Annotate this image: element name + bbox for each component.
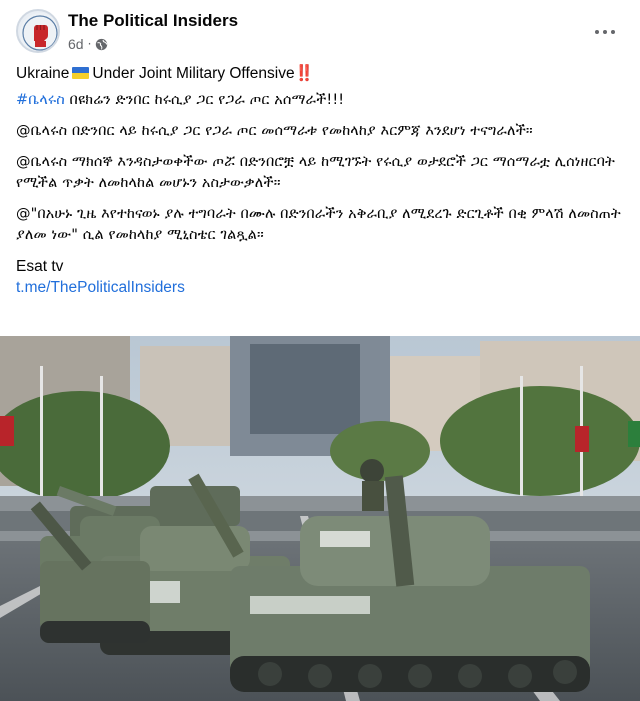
headline-amharic: #ቤላሩስ በዩክሬን ድንበር ከሩሲያ ጋር የጋራ ጦር አሰማራች!!! xyxy=(16,90,624,111)
post-header: The Political Insiders 6d · xyxy=(0,0,640,62)
telegram-link[interactable]: t.me/ThePoliticalInsiders xyxy=(16,277,624,298)
headline-country: Ukraine xyxy=(16,65,70,82)
post-meta: 6d · xyxy=(68,35,108,53)
facebook-post: The Political Insiders 6d · Ukraine Under… xyxy=(0,0,640,701)
headline-text: Under Joint Military Offensive xyxy=(92,65,295,82)
double-exclamation-icon: ‼️ xyxy=(294,65,314,82)
paragraph-3: @"በአሁኑ ጊዜ እየተከናወኑ ያሉ ተግባራት በሙሉ በድንበራችን አ… xyxy=(16,206,621,243)
ukraine-flag-icon xyxy=(72,67,90,79)
raised-fist-logo xyxy=(20,13,58,51)
page-avatar[interactable] xyxy=(16,9,60,53)
hashtag-link[interactable]: #ቤላሩስ xyxy=(16,92,65,108)
globe-icon[interactable] xyxy=(95,38,108,51)
paragraph-1: @ቤላሩስ በድንበር ላይ ከሩሲያ ጋር የጋራ ጦር መሰማራቱ የመከላ… xyxy=(16,123,533,139)
post-text: Ukraine Under Joint Military Offensive‼️ … xyxy=(16,63,624,298)
tanks-parade-image xyxy=(0,336,640,701)
headline-amharic-text: በዩክሬን ድንበር ከሩሲያ ጋር የጋራ ጦር አሰማራች!!! xyxy=(64,92,345,108)
meta-separator: · xyxy=(87,37,92,51)
paragraph-2: @ቤላሩስ ማክሰኞ እንዳስታወቀችው ጦሯ በድንበሮቿ ላይ ከሚገኙት … xyxy=(16,154,615,191)
more-options-icon[interactable] xyxy=(588,22,622,42)
post-time[interactable]: 6d xyxy=(68,36,84,52)
page-name[interactable]: The Political Insiders xyxy=(68,11,238,31)
headline-line: Ukraine Under Joint Military Offensive‼️ xyxy=(16,63,624,84)
source-label: Esat tv xyxy=(16,258,64,275)
post-photo[interactable] xyxy=(0,336,640,701)
